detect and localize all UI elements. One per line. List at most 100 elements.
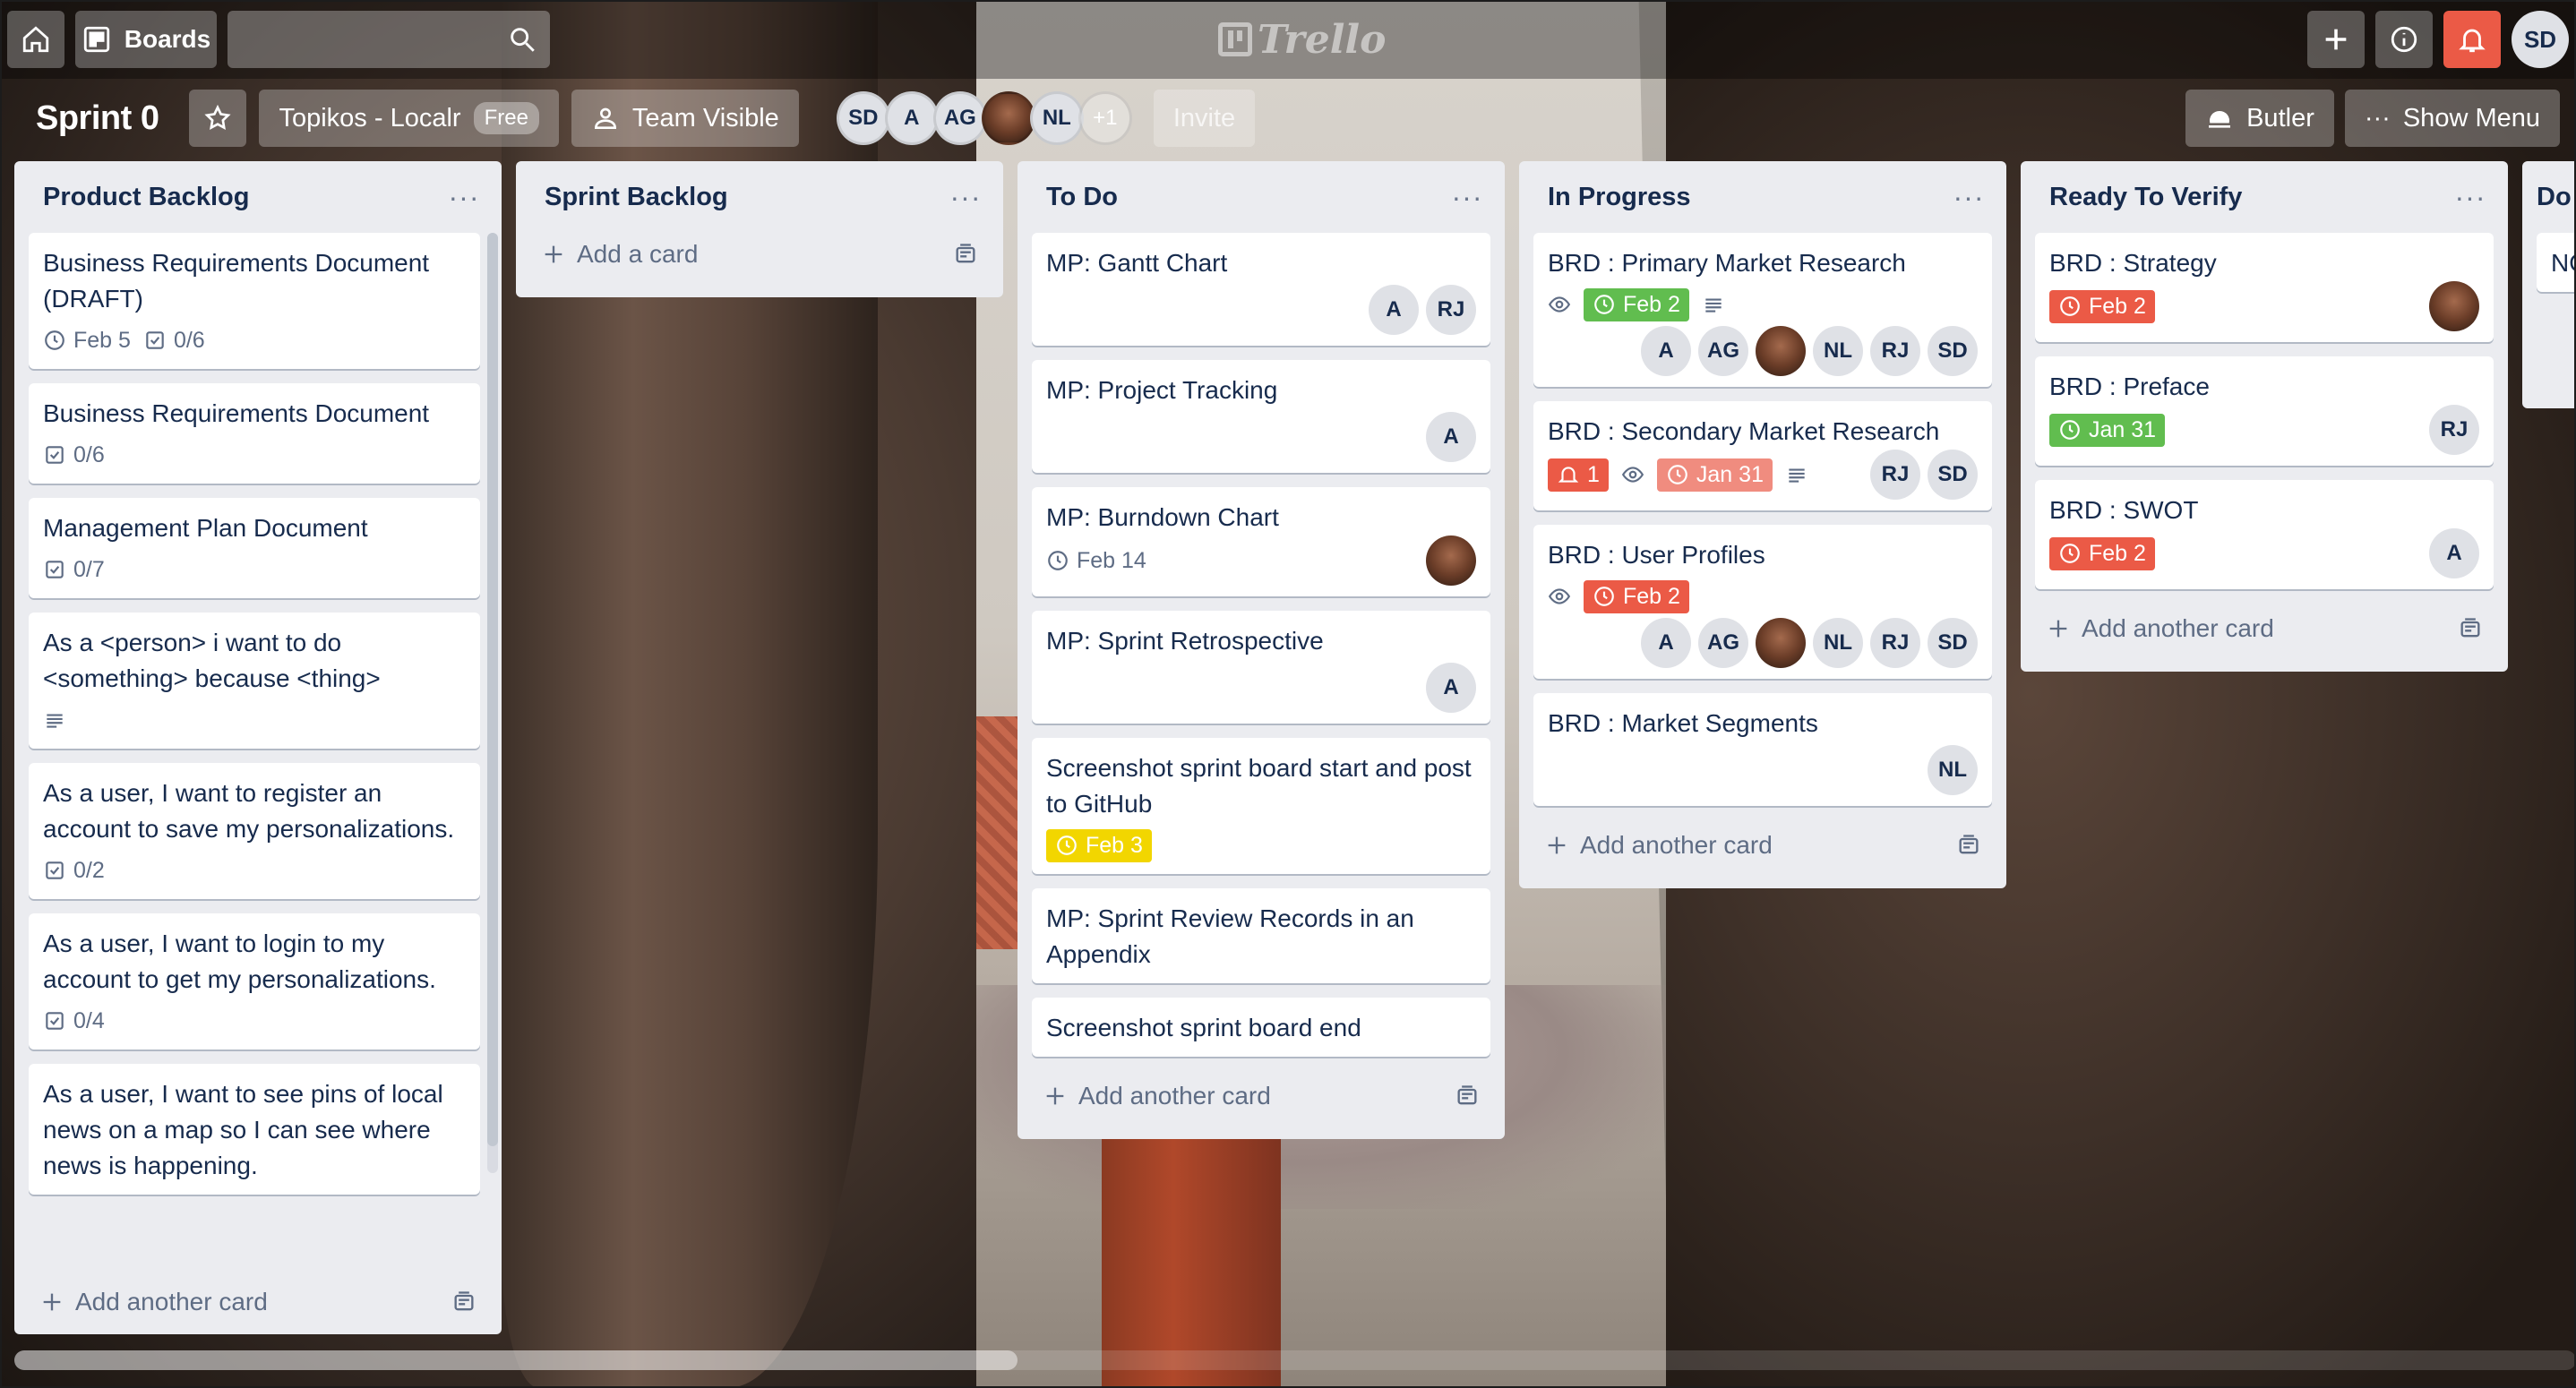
create-button[interactable]	[2307, 11, 2365, 68]
due-date-badge[interactable]: Feb 2	[1584, 579, 1689, 613]
show-menu-button[interactable]: ··· Show Menu	[2344, 90, 2560, 147]
card[interactable]: MP: Sprint Retrospective A	[1032, 611, 1490, 724]
list-scrollbar[interactable]	[487, 233, 498, 1173]
template-icon[interactable]	[953, 242, 978, 267]
member-photo-avatar[interactable]	[981, 91, 1035, 145]
due-date-badge[interactable]: Feb 2	[1584, 287, 1689, 321]
add-card-button[interactable]: Add another card	[2035, 596, 2494, 661]
list-title[interactable]: Do	[2537, 183, 2572, 212]
card-member-avatar[interactable]: RJ	[2429, 405, 2479, 455]
template-icon[interactable]	[2458, 616, 2483, 641]
card[interactable]: Business Requirements Document 0/6	[29, 383, 480, 484]
team-button[interactable]: Topikos - Localr Free	[259, 90, 559, 147]
add-card-button[interactable]: Add another card	[29, 1270, 487, 1334]
card-member-avatar[interactable]: NL	[1928, 745, 1978, 795]
due-date-badge[interactable]: Feb 2	[2049, 536, 2155, 570]
template-icon[interactable]	[1455, 1084, 1480, 1109]
card-member-avatar[interactable]: SD	[1928, 326, 1978, 376]
card-member-avatar[interactable]: A	[1426, 412, 1476, 462]
card-member-photo-avatar[interactable]	[2429, 281, 2479, 331]
card[interactable]: MP: Gantt Chart A RJ	[1032, 233, 1490, 346]
list-menu-icon[interactable]: ···	[946, 181, 985, 214]
card[interactable]: BRD : Strategy Feb 2	[2035, 233, 2494, 342]
card[interactable]: As a <person> i want to do <something> b…	[29, 613, 480, 749]
card-member-avatar[interactable]: RJ	[1870, 618, 1920, 668]
card-member-avatar[interactable]: RJ	[1870, 326, 1920, 376]
list-menu-icon[interactable]: ···	[444, 181, 484, 214]
home-button[interactable]	[7, 11, 64, 68]
card-member-photo-avatar[interactable]	[1756, 618, 1806, 668]
due-date-badge[interactable]: Feb 14	[1046, 548, 1146, 574]
add-card-button[interactable]: Add another card	[1032, 1064, 1490, 1128]
board-horizontal-scrollbar[interactable]	[14, 1350, 2576, 1370]
due-date-badge[interactable]: Jan 31	[1656, 458, 1773, 492]
card-member-avatar[interactable]: NL	[1813, 618, 1863, 668]
list-title[interactable]: Product Backlog	[43, 183, 249, 212]
list-menu-icon[interactable]: ···	[1447, 181, 1487, 214]
card-member-photo-avatar[interactable]	[1756, 326, 1806, 376]
card-member-avatar[interactable]: SD	[1928, 450, 1978, 500]
card[interactable]: MP: Sprint Review Records in an Appendix	[1032, 888, 1490, 983]
notification-badge[interactable]: 1	[1548, 458, 1609, 492]
card-member-avatar[interactable]: NL	[1813, 326, 1863, 376]
card[interactable]: As a user, I want to register an account…	[29, 763, 480, 899]
trello-logo[interactable]: Trello	[1218, 16, 1387, 63]
invite-button[interactable]: Invite	[1153, 90, 1256, 147]
card[interactable]: MP: Burndown Chart Feb 14	[1032, 487, 1490, 596]
card-member-avatar[interactable]: SD	[1928, 618, 1978, 668]
list-title[interactable]: To Do	[1046, 183, 1118, 212]
member-avatar[interactable]: AG	[932, 91, 987, 145]
member-avatar[interactable]: A	[884, 91, 939, 145]
card[interactable]: MP: Project Tracking A	[1032, 360, 1490, 473]
card-member-avatar[interactable]: A	[1426, 663, 1476, 713]
search-input[interactable]	[228, 11, 550, 68]
due-date-badge[interactable]: Feb 3	[1046, 828, 1152, 862]
star-board-button[interactable]	[189, 90, 247, 147]
member-avatar[interactable]: SD	[836, 91, 890, 145]
add-card-button[interactable]: Add another card	[1533, 813, 1992, 878]
notifications-button[interactable]	[2443, 11, 2501, 68]
user-avatar[interactable]: SD	[2512, 11, 2569, 68]
card-member-avatar[interactable]: RJ	[1426, 285, 1476, 335]
due-date-badge[interactable]: Feb 5	[43, 328, 131, 354]
list-menu-icon[interactable]: ···	[1949, 181, 1988, 214]
card[interactable]: BRD : Secondary Market Research 1 Jan 31	[1533, 401, 1992, 510]
template-icon[interactable]	[451, 1289, 477, 1315]
card[interactable]: As a user, I want to see pins of local n…	[29, 1064, 480, 1195]
card[interactable]: Business Requirements Document (DRAFT) F…	[29, 233, 480, 369]
card[interactable]: BRD : SWOT Feb 2 A	[2035, 480, 2494, 589]
add-card-button[interactable]: Add a card	[530, 222, 989, 287]
boards-button[interactable]: Boards	[75, 11, 217, 68]
info-button[interactable]	[2375, 11, 2433, 68]
member-avatar[interactable]: NL	[1029, 91, 1084, 145]
list-menu-icon[interactable]: ···	[2451, 181, 2490, 214]
card-member-avatar[interactable]: A	[1641, 618, 1691, 668]
card-member-avatar[interactable]: RJ	[1870, 450, 1920, 500]
visibility-button[interactable]: Team Visible	[571, 90, 799, 147]
more-members[interactable]: +1	[1078, 91, 1132, 145]
card[interactable]: BRD : User Profiles Feb 2 A AG NL RJ SD	[1533, 525, 1992, 679]
scrollbar-thumb[interactable]	[14, 1350, 1018, 1370]
board-title[interactable]: Sprint 0	[36, 99, 159, 138]
card-member-avatar[interactable]: AG	[1698, 618, 1748, 668]
card[interactable]: NO pr	[2537, 233, 2576, 292]
card-member-avatar[interactable]: A	[1641, 326, 1691, 376]
card[interactable]: Screenshot sprint board start and post t…	[1032, 738, 1490, 874]
template-icon[interactable]	[1956, 833, 1981, 858]
list-title[interactable]: Ready To Verify	[2049, 183, 2242, 212]
butler-button[interactable]: Butler	[2185, 90, 2334, 147]
due-date-badge[interactable]: Jan 31	[2049, 413, 2166, 447]
card[interactable]: BRD : Primary Market Research Feb 2 A AG…	[1533, 233, 1992, 387]
list-title[interactable]: Sprint Backlog	[545, 183, 728, 212]
card-member-avatar[interactable]: A	[1369, 285, 1419, 335]
card-member-avatar[interactable]: AG	[1698, 326, 1748, 376]
due-date-badge[interactable]: Feb 2	[2049, 289, 2155, 323]
card[interactable]: Management Plan Document 0/7	[29, 498, 480, 598]
list-title[interactable]: In Progress	[1548, 183, 1691, 212]
card[interactable]: Screenshot sprint board end	[1032, 998, 1490, 1057]
card[interactable]: BRD : Preface Jan 31 RJ	[2035, 356, 2494, 466]
card-member-avatar[interactable]: A	[2429, 528, 2479, 578]
card[interactable]: BRD : Market Segments NL	[1533, 693, 1992, 806]
card-member-photo-avatar[interactable]	[1426, 535, 1476, 586]
card[interactable]: As a user, I want to login to my account…	[29, 913, 480, 1050]
